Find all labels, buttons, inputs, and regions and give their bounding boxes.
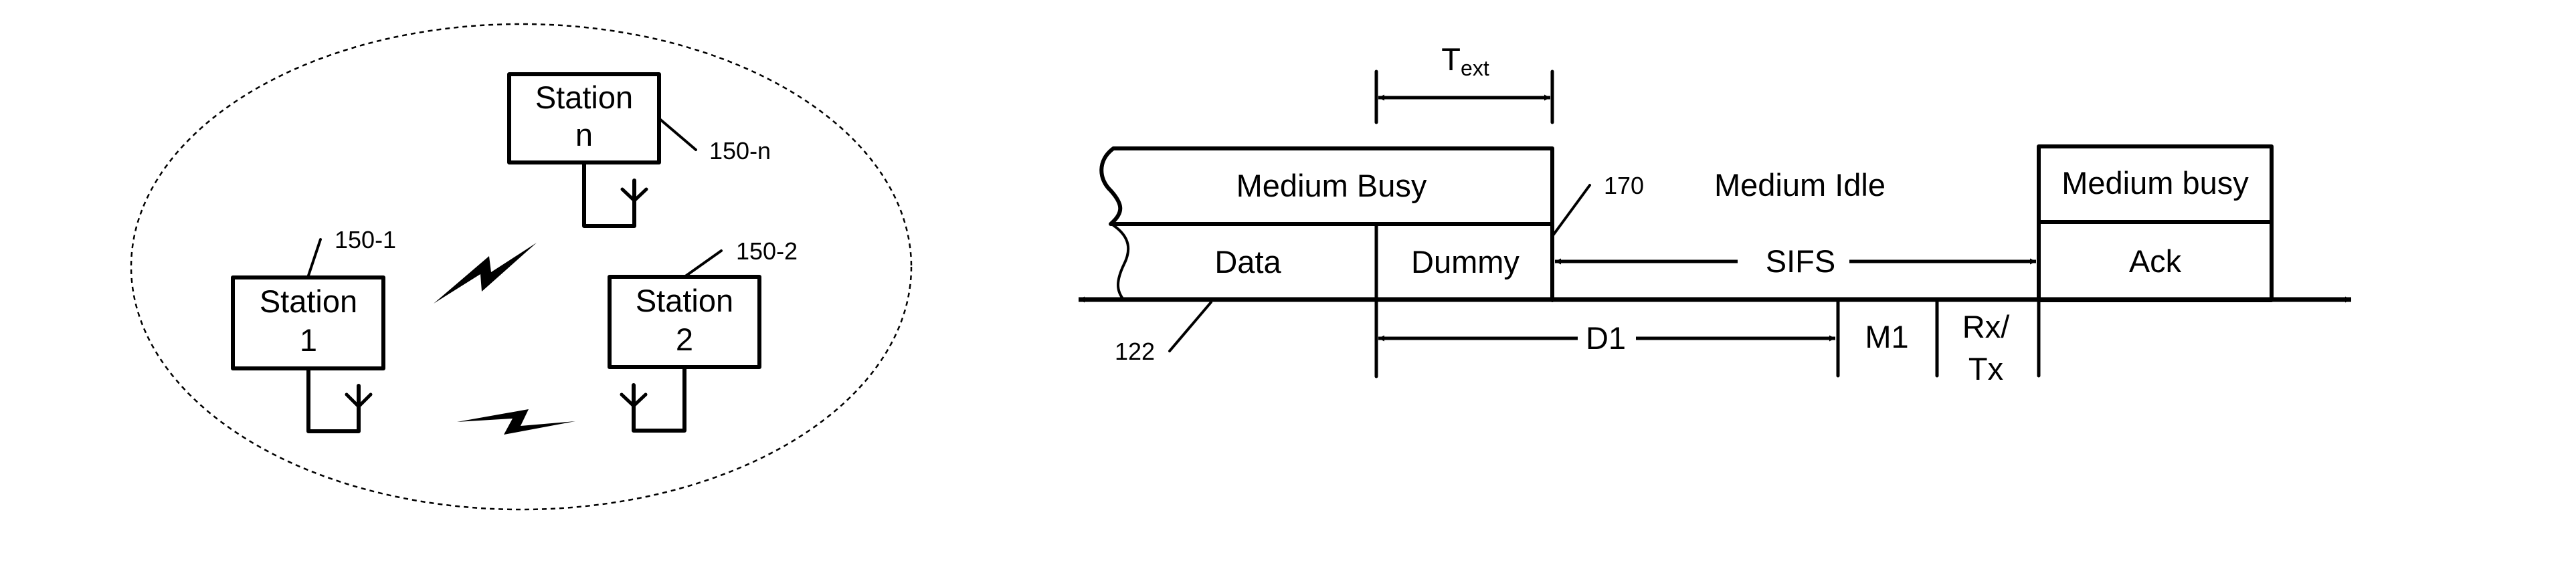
station-2-label-line1: Station bbox=[636, 283, 733, 318]
data-torn-edge bbox=[1112, 224, 1130, 302]
station-n-label-line1: Station bbox=[535, 80, 633, 115]
network-diagram: Station n 150-n Station 1 150-1 Station bbox=[130, 23, 913, 511]
ref-label-150-1: 150-1 bbox=[335, 226, 396, 253]
ref-label-122: 122 bbox=[1115, 338, 1155, 365]
medium-busy-label: Medium Busy bbox=[1236, 168, 1427, 203]
d1-label: D1 bbox=[1586, 320, 1626, 356]
figure-canvas: Station n 150-n Station 1 150-1 Station bbox=[130, 23, 2351, 511]
station-1-label-line2: 1 bbox=[300, 322, 317, 358]
station-n: Station n 150-n bbox=[507, 72, 771, 228]
ref-label-170: 170 bbox=[1604, 172, 1644, 199]
antenna-icon bbox=[306, 366, 373, 433]
t-ext-label: Text bbox=[1441, 41, 1489, 80]
rxtx-label-line2: Tx bbox=[1968, 351, 2003, 386]
ref-leader-150-1 bbox=[306, 238, 322, 279]
lightning-bolt-icon bbox=[457, 409, 575, 435]
ref-leader-170 bbox=[1552, 184, 1591, 237]
m1-label: M1 bbox=[1865, 319, 1908, 354]
ref-leader-150-n bbox=[658, 118, 697, 151]
station-n-label-line2: n bbox=[575, 117, 593, 152]
station-1-label-line1: Station bbox=[260, 284, 357, 319]
station-2: Station 2 150-2 bbox=[608, 237, 798, 433]
ack-label: Ack bbox=[2129, 243, 2182, 279]
ref-label-150-n: 150-n bbox=[709, 137, 771, 164]
t-ext-dimension: Text bbox=[1374, 41, 1554, 124]
data-label: Data bbox=[1214, 244, 1281, 279]
ref-leader-150-2 bbox=[683, 249, 723, 278]
station-1: Station 1 150-1 bbox=[231, 226, 396, 433]
dummy-label: Dummy bbox=[1411, 244, 1520, 279]
antenna-icon bbox=[620, 365, 686, 433]
ref-leader-122 bbox=[1168, 301, 1212, 352]
station-2-label-line2: 2 bbox=[676, 322, 693, 357]
medium-busy-2-label: Medium busy bbox=[2061, 165, 2249, 201]
medium-idle-label: Medium Idle bbox=[1714, 167, 1885, 203]
sifs-label: SIFS bbox=[1766, 243, 1835, 279]
timing-diagram: Text Medium Busy Data Dummy 170 Medium I… bbox=[1079, 41, 2351, 386]
lightning-bolt-icon bbox=[434, 243, 537, 304]
rxtx-label-line1: Rx/ bbox=[1962, 309, 2010, 344]
network-boundary bbox=[130, 23, 913, 511]
antenna-icon bbox=[582, 160, 648, 228]
ref-label-150-2: 150-2 bbox=[736, 237, 798, 265]
